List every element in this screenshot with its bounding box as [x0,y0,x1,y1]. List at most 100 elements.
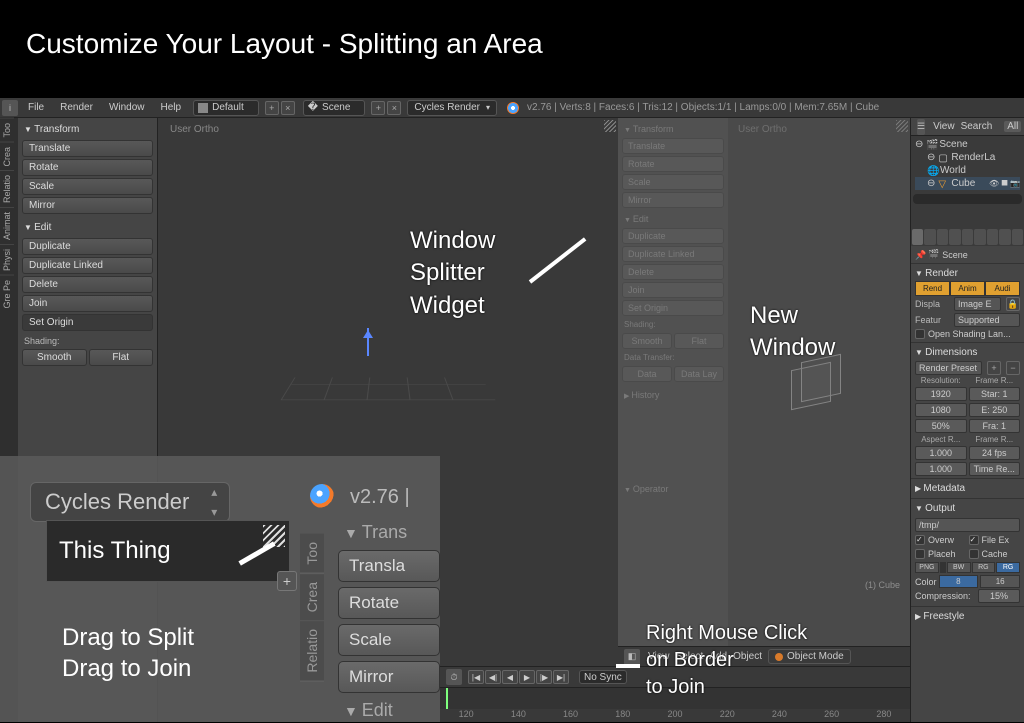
output-panel-header[interactable]: Output [915,501,1020,516]
scene-remove-button[interactable]: × [387,101,401,115]
sync-mode[interactable]: No Sync [579,670,627,684]
zoom-mirror[interactable]: Mirror [338,661,440,693]
transform-header[interactable]: Transform [22,122,153,138]
flat-button-r[interactable]: Flat [674,333,724,349]
data-tab[interactable] [999,229,1010,245]
res-y[interactable]: 1080 [915,403,967,417]
duplicate-linked-button-r[interactable]: Duplicate Linked [622,246,724,262]
zoom-engine-dropdown[interactable]: Cycles Render [30,482,230,522]
mirror-button-r[interactable]: Mirror [622,192,724,208]
outliner-scene-row[interactable]: ⊖🎬Scene [915,138,1020,151]
translate-button-r[interactable]: Translate [622,138,724,154]
zoom-tab-relations[interactable]: Relatio [300,621,324,682]
frame-start[interactable]: Star: 1 [969,387,1021,401]
zoom-tab-create[interactable]: Crea [300,574,324,621]
res-pct[interactable]: 50% [915,419,967,433]
zoom-translate[interactable]: Transla [338,550,440,582]
keyframe-next-button[interactable]: |▶ [536,670,552,684]
duplicate-button[interactable]: Duplicate [22,238,153,255]
pin-icon[interactable]: 📌 [915,250,925,260]
set-origin-button[interactable]: Set Origin [22,314,153,331]
menu-help[interactable]: Help [153,102,190,113]
output-path[interactable]: /tmp/ [915,518,1020,532]
outliner-scrollbar[interactable] [913,194,1022,204]
outliner-cube-row[interactable]: ⊖▽Cube👁 ⯀ 📷 [915,177,1020,190]
edit-header-r[interactable]: Edit [622,212,724,226]
world-tab[interactable] [949,229,960,245]
translate-button[interactable]: Translate [22,140,153,157]
operator-header[interactable]: Operator [622,482,724,496]
delete-button-r[interactable]: Delete [622,264,724,280]
outliner-renderlayer-row[interactable]: ⊖▢RenderLa [915,151,1020,164]
timeline-track[interactable] [440,687,910,709]
preset-add[interactable]: + [987,361,1001,375]
time-remap[interactable]: Time Re... [969,462,1021,476]
scene-selector[interactable]: � Scene [303,100,366,116]
area-splitter-widget[interactable] [604,120,616,132]
depth-8[interactable]: 8 [939,575,979,588]
outliner-world-row[interactable]: 🌐World [915,164,1020,177]
zoom-tab-tools[interactable]: Too [300,534,324,574]
join-button[interactable]: Join [22,295,153,312]
renderlayer-tab[interactable] [924,229,935,245]
osl-checkbox[interactable] [915,329,925,339]
metadata-panel-header[interactable]: Metadata [915,481,1020,496]
editor-type-icon[interactable]: i [2,100,18,116]
editor-type-outliner-icon[interactable]: ☰ [917,119,925,135]
rotate-button[interactable]: Rotate [22,159,153,176]
tab-grease[interactable]: Gre Pe [0,275,14,313]
layout-add-button[interactable]: + [265,101,279,115]
layout-selector[interactable]: Default [193,100,259,116]
view-menu[interactable]: View [648,651,670,662]
audio-button[interactable]: Audi [985,281,1020,296]
res-x[interactable]: 1920 [915,387,967,401]
render-panel-header[interactable]: Render [915,266,1020,281]
zoom-edit-header[interactable]: Edit [338,698,440,723]
scene-add-button[interactable]: + [371,101,385,115]
scale-button-r[interactable]: Scale [622,174,724,190]
modifier-tab[interactable] [987,229,998,245]
dimensions-panel-header[interactable]: Dimensions [915,345,1020,360]
menu-render[interactable]: Render [52,102,101,113]
feature-set[interactable]: Supported [954,313,1020,327]
smooth-button-r[interactable]: Smooth [622,333,672,349]
duplicate-linked-button[interactable]: Duplicate Linked [22,257,153,274]
zoom-transform-header[interactable]: Trans [338,520,440,545]
history-header[interactable]: History [622,388,724,402]
frame-step[interactable]: Fra: 1 [969,419,1021,433]
display-mode[interactable]: Image E [954,297,1001,311]
preset-remove[interactable]: − [1006,361,1020,375]
area-splitter-widget-r[interactable] [896,120,908,132]
overwrite-checkbox[interactable] [915,535,925,545]
play-reverse-button[interactable]: ◀ [502,670,518,684]
tab-physics[interactable]: Physi [0,244,14,275]
transform-header-r[interactable]: Transform [622,122,724,136]
jump-start-button[interactable]: |◀ [468,670,484,684]
frame-end[interactable]: E: 250 [969,403,1021,417]
zoom-rotate[interactable]: Rotate [338,587,440,619]
data-button[interactable]: Data [622,366,672,382]
edit-header[interactable]: Edit [22,220,153,236]
colormode-rgb[interactable]: RG [972,562,996,573]
aspect-x[interactable]: 1.000 [915,446,967,460]
layout-remove-button[interactable]: × [281,101,295,115]
placeholder-checkbox[interactable] [915,549,925,559]
playhead[interactable] [446,688,448,709]
jump-end-button[interactable]: ▶| [553,670,569,684]
object-menu[interactable]: Object [733,651,762,662]
animation-button[interactable]: Anim [950,281,985,296]
depth-16[interactable]: 16 [980,575,1020,588]
menu-file[interactable]: File [20,102,52,113]
render-tab[interactable] [912,229,923,245]
cache-checkbox[interactable] [969,549,979,559]
smooth-button[interactable]: Smooth [22,349,87,366]
aspect-y[interactable]: 1.000 [915,462,967,476]
data-layout-button[interactable]: Data Lay [674,366,724,382]
format-png[interactable]: PNG [915,562,939,573]
menu-window[interactable]: Window [101,102,153,113]
set-origin-button-r[interactable]: Set Origin [622,300,724,316]
tab-tools[interactable]: Too [0,118,14,142]
play-button[interactable]: ▶ [519,670,535,684]
zoom-scale[interactable]: Scale [338,624,440,656]
mirror-button[interactable]: Mirror [22,197,153,214]
